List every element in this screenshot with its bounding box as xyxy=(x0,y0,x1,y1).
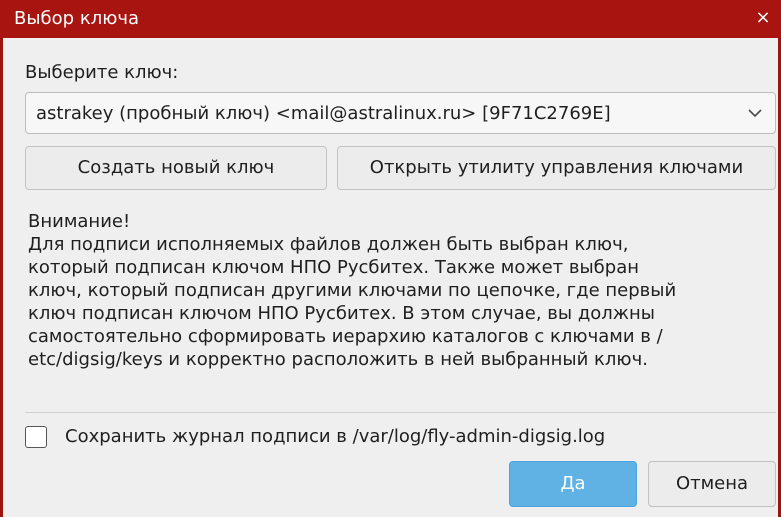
warning-line: ключ подписан ключом НПО Русбитех. В это… xyxy=(28,303,655,324)
warning-heading: Внимание! xyxy=(28,211,131,232)
title-bar: Выбор ключа × xyxy=(0,0,781,38)
save-log-label: Сохранить журнал подписи в /var/log/fly-… xyxy=(65,426,606,447)
cancel-button[interactable]: Отмена xyxy=(648,461,776,507)
open-key-utility-button[interactable]: Открыть утилиту управления ключами xyxy=(337,146,776,190)
warning-line: ключ, который подписан другими ключами п… xyxy=(28,280,677,301)
divider xyxy=(25,412,776,413)
close-icon[interactable]: × xyxy=(753,8,773,28)
select-key-label: Выберите ключ: xyxy=(25,62,179,83)
yes-button[interactable]: Да xyxy=(509,461,637,507)
warning-line: Для подписи исполняемых файлов должен бы… xyxy=(28,234,629,255)
key-selection-dialog: Выбор ключа × Выберите ключ: astrakey (п… xyxy=(0,0,781,517)
selected-key-value: astrakey (пробный ключ) <mail@astralinux… xyxy=(36,103,611,124)
save-log-checkbox[interactable] xyxy=(25,426,47,448)
warning-line: который подписан ключом НПО Русбитех. Та… xyxy=(28,257,639,278)
chevron-down-icon xyxy=(748,109,762,118)
warning-line: самостоятельно сформировать иерархию кат… xyxy=(28,326,663,347)
key-combobox[interactable]: astrakey (пробный ключ) <mail@astralinux… xyxy=(25,92,776,134)
window-title: Выбор ключа xyxy=(14,8,140,29)
create-key-button[interactable]: Создать новый ключ xyxy=(25,146,327,190)
warning-message: Внимание! Для подписи исполняемых файлов… xyxy=(28,210,776,371)
warning-line: etc/digsig/keys и корректно расположить … xyxy=(28,349,648,370)
dialog-content: Выберите ключ: astrakey (пробный ключ) <… xyxy=(23,38,781,517)
